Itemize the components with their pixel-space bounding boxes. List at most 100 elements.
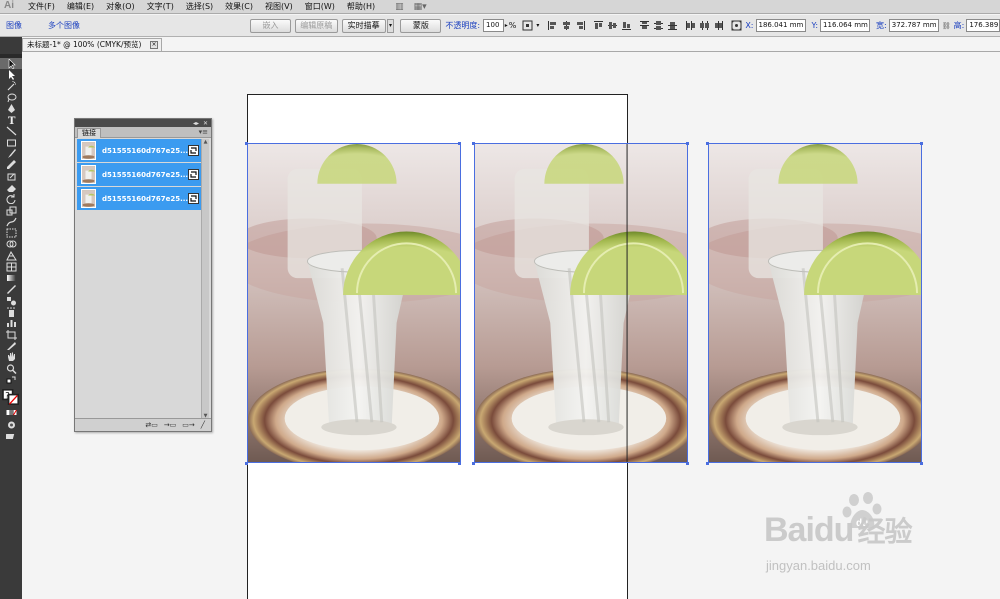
placed-image-1[interactable] (247, 143, 461, 463)
eraser-tool-icon[interactable] (0, 182, 22, 193)
links-panel-titlebar[interactable]: ◂▸ ✕ (75, 119, 211, 127)
blob-brush-tool-icon[interactable] (0, 171, 22, 182)
links-panel[interactable]: ◂▸ ✕ 链接 ▾≡ d51555160d767e25... d51555160… (74, 118, 212, 432)
eyedropper-tool-icon[interactable] (0, 284, 22, 295)
list-item[interactable]: d51555160d767e25... (77, 139, 202, 162)
free-transform-tool-icon[interactable] (0, 227, 22, 238)
shape-builder-tool-icon[interactable] (0, 239, 22, 250)
opacity-label[interactable]: 不透明度: (445, 20, 480, 31)
warp-tool-icon[interactable] (0, 216, 22, 227)
color-none-buttons-icon[interactable] (0, 408, 22, 419)
menu-type[interactable]: 文字(T) (141, 0, 180, 14)
selection-handle[interactable] (458, 462, 461, 465)
close-tab-icon[interactable]: × (150, 41, 158, 49)
menu-effect[interactable]: 效果(C) (219, 0, 259, 14)
pen-tool-icon[interactable] (0, 103, 22, 114)
distribute-bottom-icon[interactable] (667, 20, 678, 31)
tab-links[interactable]: 链接 (77, 128, 101, 138)
close-panel-icon[interactable]: ✕ (203, 120, 208, 127)
hand-tool-icon[interactable] (0, 352, 22, 363)
menu-object[interactable]: 对象(O) (100, 0, 141, 14)
lasso-tool-icon[interactable] (0, 92, 22, 103)
distribute-left-icon[interactable] (685, 20, 696, 31)
selection-handle[interactable] (458, 142, 461, 145)
scroll-up-icon[interactable]: ▲ (202, 139, 209, 145)
opacity-dropdown-icon[interactable]: ▸ (505, 22, 508, 29)
symbol-sprayer-tool-icon[interactable] (0, 307, 22, 318)
drawing-mode-icon[interactable] (0, 419, 22, 430)
trace-preset-dropdown[interactable]: ▾ (386, 18, 395, 33)
menu-select[interactable]: 选择(S) (180, 0, 219, 14)
width-input[interactable]: 372.787 mm (888, 19, 939, 32)
fill-stroke-swatch-icon[interactable]: ? (0, 386, 22, 408)
distribute-top-icon[interactable] (639, 20, 650, 31)
y-label[interactable]: Y: (812, 21, 819, 30)
gradient-tool-icon[interactable] (0, 273, 22, 284)
document-tab[interactable]: 未标题-1* @ 100% (CMYK/预览) × (22, 38, 162, 51)
magic-wand-tool-icon[interactable] (0, 81, 22, 92)
selection-handle[interactable] (245, 462, 248, 465)
selection-handle[interactable] (245, 142, 248, 145)
paintbrush-tool-icon[interactable] (0, 148, 22, 159)
zoom-tool-icon[interactable] (0, 363, 22, 374)
embed-button[interactable]: 嵌入 (250, 18, 291, 33)
menu-view[interactable]: 视图(V) (259, 0, 299, 14)
x-input[interactable]: 186.041 mm (755, 19, 806, 32)
perspective-grid-tool-icon[interactable] (0, 250, 22, 261)
links-scrollbar[interactable]: ▲ ▼ (201, 139, 209, 419)
artboard-tool-icon[interactable] (0, 329, 22, 340)
update-link-icon[interactable]: ▭→ (182, 421, 194, 429)
selection-handle[interactable] (920, 142, 923, 145)
pencil-tool-icon[interactable] (0, 160, 22, 171)
align-bottom-icon[interactable] (621, 20, 632, 31)
live-trace-button[interactable]: 实时描摹 (341, 18, 386, 33)
line-tool-icon[interactable] (0, 126, 22, 137)
distribute-right-icon[interactable] (713, 20, 724, 31)
menu-edit[interactable]: 编辑(E) (61, 0, 100, 14)
selection-handle[interactable] (472, 462, 475, 465)
menu-file[interactable]: 文件(F) (22, 0, 61, 14)
collapse-panel-icon[interactable]: ◂▸ (193, 120, 199, 127)
align-vcenter-icon[interactable] (607, 20, 618, 31)
list-item[interactable]: d51555160d767e25... (77, 187, 202, 210)
reference-dropdown-icon[interactable]: ▾ (536, 22, 539, 29)
swap-fill-stroke-icon[interactable] (0, 374, 22, 385)
multiple-images-label[interactable]: 多个图像 (48, 20, 80, 31)
scale-tool-icon[interactable] (0, 205, 22, 216)
image-type-label[interactable]: 图像 (6, 20, 22, 31)
width-label[interactable]: 宽: (876, 20, 887, 31)
selection-tool-icon[interactable] (0, 58, 22, 70)
align-hcenter-icon[interactable] (561, 20, 572, 31)
selection-handle[interactable] (706, 142, 709, 145)
reference-point-icon[interactable] (522, 20, 533, 31)
type-tool-icon[interactable]: T (0, 114, 22, 125)
selection-handle[interactable] (706, 462, 709, 465)
selection-handle[interactable] (686, 142, 689, 145)
relink-icon[interactable]: ⇄▭ (145, 421, 157, 429)
height-label[interactable]: 高: (954, 20, 965, 31)
height-input[interactable]: 176.389 (966, 19, 1000, 32)
align-top-icon[interactable] (593, 20, 604, 31)
align-right-icon[interactable] (575, 20, 586, 31)
goto-link-icon[interactable]: →▭ (164, 421, 176, 429)
selection-handle[interactable] (920, 462, 923, 465)
mask-button[interactable]: 蒙版 (400, 18, 442, 33)
selection-handle[interactable] (686, 462, 689, 465)
direct-selection-tool-icon[interactable] (0, 69, 22, 80)
align-left-icon[interactable] (547, 20, 558, 31)
constrain-proportions-icon[interactable]: ⛓ (942, 22, 951, 30)
bridge-icon[interactable]: ▥ (395, 2, 404, 12)
menu-window[interactable]: 窗口(W) (299, 0, 341, 14)
column-graph-tool-icon[interactable] (0, 318, 22, 329)
menu-help[interactable]: 帮助(H) (341, 0, 381, 14)
mesh-tool-icon[interactable] (0, 261, 22, 272)
x-label[interactable]: X: (745, 21, 753, 30)
placed-image-3[interactable] (708, 143, 922, 463)
y-input[interactable]: 116.064 mm (820, 19, 871, 32)
edit-original-icon[interactable]: ╱ (201, 421, 205, 429)
slice-tool-icon[interactable] (0, 340, 22, 351)
rotate-tool-icon[interactable] (0, 194, 22, 205)
arrange-documents-icon[interactable]: ▦▾ (414, 2, 427, 12)
transform-reference-icon[interactable] (731, 20, 742, 31)
opacity-input[interactable]: 100 (483, 19, 504, 32)
